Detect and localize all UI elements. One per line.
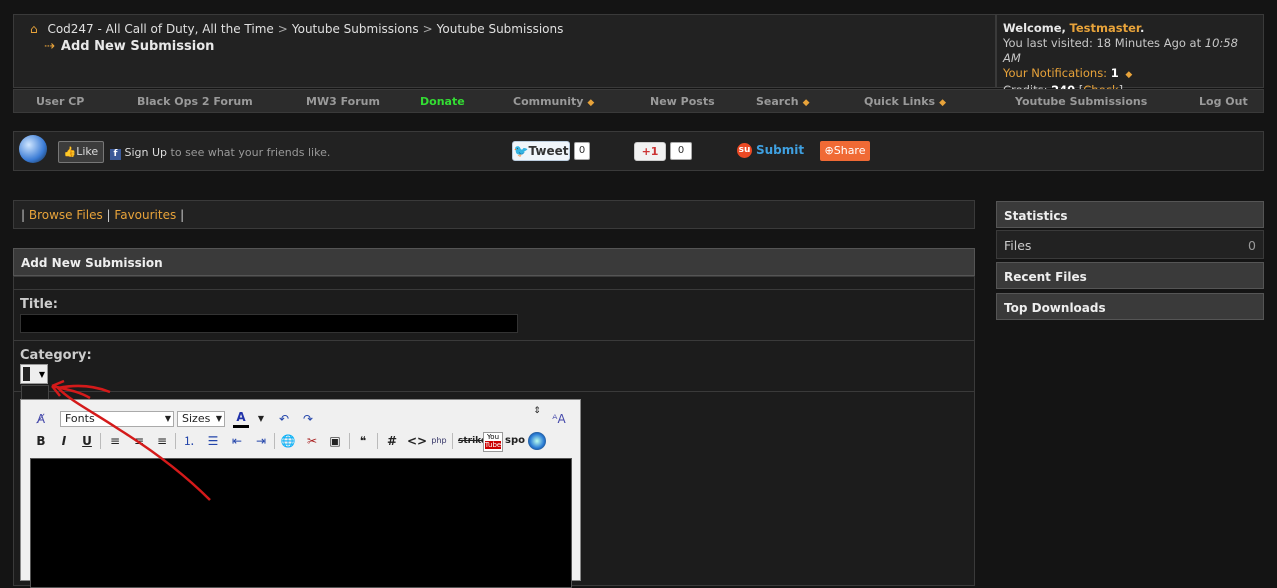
annotation-arrow <box>51 379 211 501</box>
files-label: Files <box>1004 238 1032 253</box>
sidebar-files-row: Files 0 <box>996 230 1264 259</box>
sidebar-top-downloads-header[interactable]: Top Downloads <box>996 293 1264 320</box>
files-count: 0 <box>1248 238 1256 253</box>
sidebar-recent-files-header[interactable]: Recent Files <box>996 262 1264 289</box>
sidebar-statistics-header: Statistics <box>996 201 1264 228</box>
